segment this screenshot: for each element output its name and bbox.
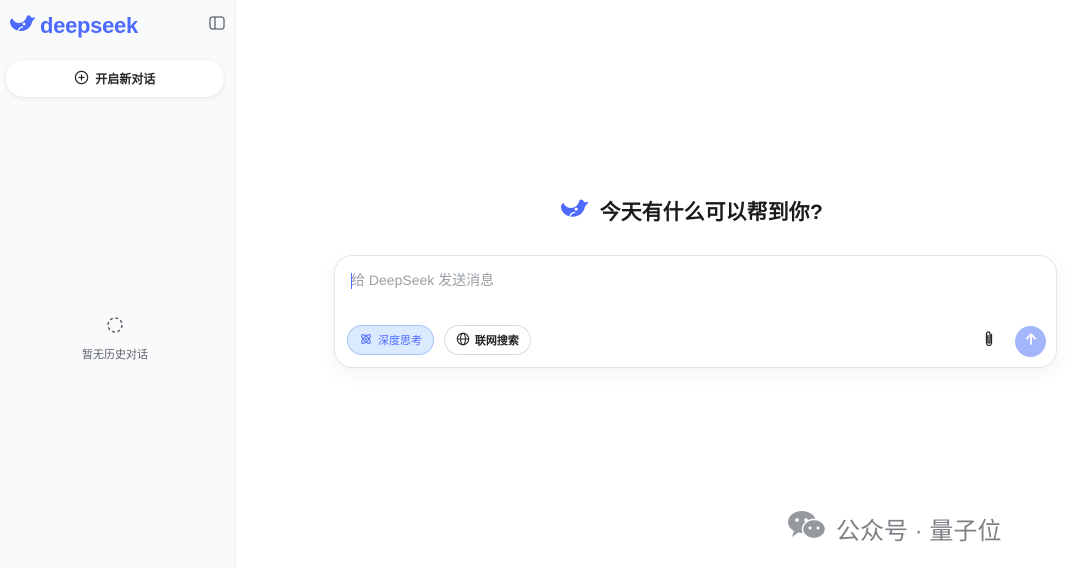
watermark-text: 公众号 · 量子位 — [836, 518, 1002, 545]
new-chat-label: 开启新对话 — [95, 72, 156, 86]
greeting-text: 今天有什么可以帮到你? — [600, 201, 823, 224]
paperclip-icon — [982, 330, 996, 353]
atom-icon — [359, 332, 373, 349]
web-search-label: 联网搜索 — [475, 335, 519, 347]
logo-text: deepseek — [40, 12, 138, 38]
loading-icon — [105, 317, 125, 339]
deep-think-toggle[interactable]: 深度思考 — [347, 325, 434, 355]
sidebar-toggle-icon — [209, 15, 225, 35]
sidebar-toggle-button[interactable] — [207, 15, 227, 35]
globe-icon — [456, 332, 470, 349]
new-chat-button[interactable]: 开启新对话 — [6, 60, 224, 97]
empty-history-label: 暂无历史对话 — [82, 349, 148, 361]
whale-icon — [8, 12, 36, 39]
page-title: 今天有什么可以帮到你? — [558, 196, 823, 226]
text-caret — [351, 273, 352, 289]
deep-think-label: 深度思考 — [378, 335, 422, 347]
logo[interactable]: deepseek — [8, 12, 138, 39]
message-composer: 深度思考 联网搜索 — [334, 255, 1057, 368]
wechat-icon — [786, 508, 828, 549]
send-button[interactable] — [1015, 326, 1046, 357]
arrow-up-icon — [1024, 332, 1038, 351]
whale-icon — [558, 196, 590, 226]
empty-history: 暂无历史对话 — [0, 315, 230, 362]
attach-button[interactable] — [980, 330, 998, 353]
message-input[interactable] — [351, 268, 951, 292]
sidebar: deepseek 开启新对话 暂无历史对话 — [0, 0, 236, 568]
plus-circle-icon — [74, 70, 89, 88]
web-search-toggle[interactable]: 联网搜索 — [444, 325, 531, 355]
watermark: 公众号 · 量子位 — [786, 508, 1001, 549]
